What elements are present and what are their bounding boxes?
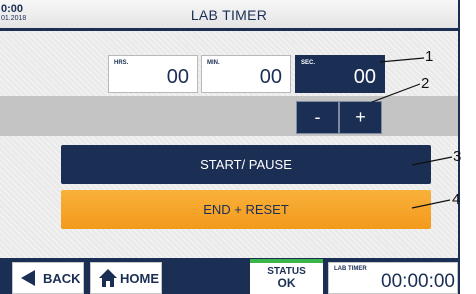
- callout-line-4: [411, 199, 451, 209]
- callout-lines: [371, 57, 453, 209]
- callout-4: 4: [452, 191, 461, 208]
- callout-3: 3: [453, 148, 462, 165]
- device-display: 0:00 01.2018 LAB TIMER HRS. 00 MIN. 00 S…: [0, 0, 476, 294]
- callout-2: 2: [421, 75, 430, 92]
- callout-1: 1: [425, 48, 434, 65]
- callout-line-1: [379, 57, 425, 63]
- callout-line-3: [411, 156, 453, 166]
- callout-line-2: [371, 83, 421, 103]
